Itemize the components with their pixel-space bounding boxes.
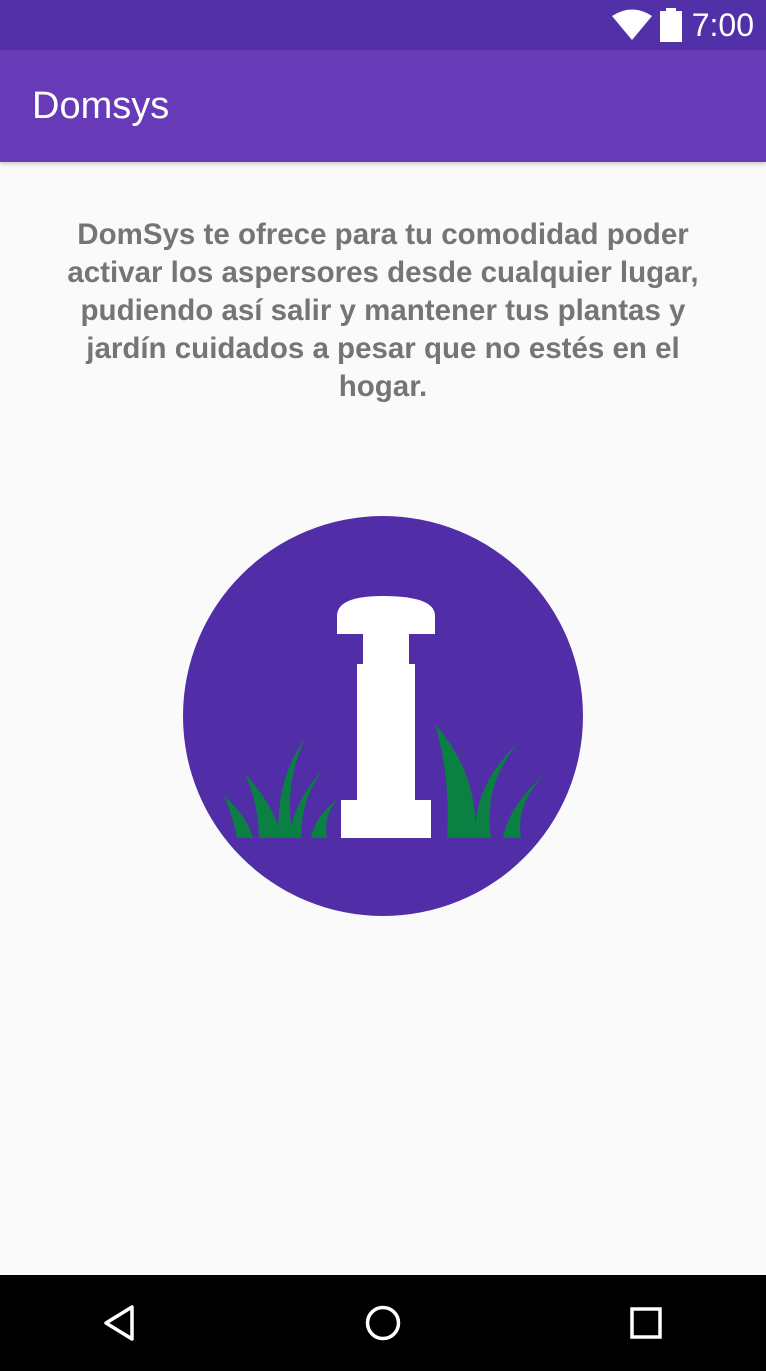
app-title: Domsys [32, 84, 170, 127]
app-bar: Domsys [0, 50, 766, 162]
wifi-icon [611, 9, 652, 40]
main-content: DomSys te ofrece para tu comodidad poder… [0, 162, 766, 1275]
recents-icon [630, 1307, 662, 1339]
description-text: DomSys te ofrece para tu comodidad poder… [67, 218, 699, 403]
home-button[interactable] [359, 1299, 407, 1347]
home-icon [365, 1305, 401, 1341]
back-icon [104, 1305, 134, 1341]
back-button[interactable] [96, 1299, 144, 1347]
recents-button[interactable] [622, 1299, 670, 1347]
status-time: 7:00 [691, 6, 754, 43]
navigation-bar [0, 1275, 766, 1371]
sprinkler-icon [183, 516, 583, 916]
status-bar: 7:00 [0, 0, 766, 50]
app-screen: 7:00 Domsys DomSys te ofrece para tu com… [0, 0, 766, 1371]
battery-icon [659, 8, 682, 42]
